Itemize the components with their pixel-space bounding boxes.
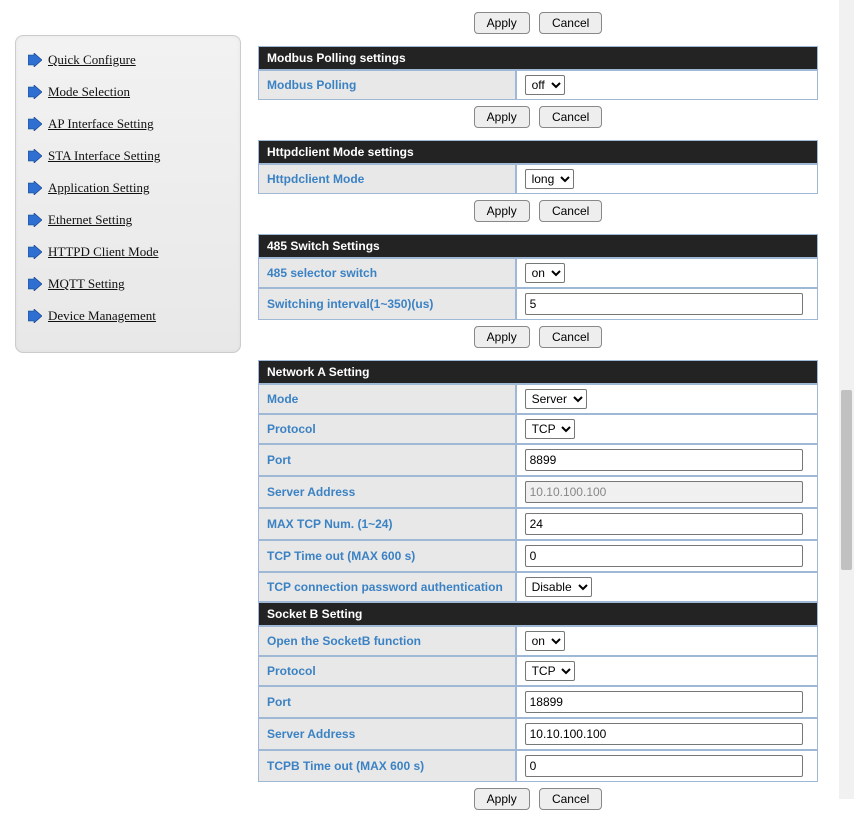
cancel-button[interactable]: Cancel [539, 200, 602, 222]
neta-mode-select[interactable]: Server [525, 389, 587, 409]
apply-cancel-row-top: Apply Cancel [258, 6, 818, 44]
sidebar: Quick Configure Mode Selection AP Interf… [15, 35, 241, 353]
sidebar-item-label: Device Management [48, 308, 156, 324]
modbus-polling-select[interactable]: off [525, 75, 565, 95]
sidebar-item-label: STA Interface Setting [48, 148, 160, 164]
arrow-right-icon [28, 213, 42, 227]
socketb-timeout-label: TCPB Time out (MAX 600 s) [258, 750, 516, 782]
arrow-right-icon [28, 117, 42, 131]
apply-button[interactable]: Apply [474, 12, 530, 34]
socketb-timeout-input[interactable] [525, 755, 804, 777]
cancel-button[interactable]: Cancel [539, 326, 602, 348]
httpd-header: Httpdclient Mode settings [258, 140, 818, 164]
scrollbar[interactable] [839, 0, 854, 799]
sidebar-item-quick-configure[interactable]: Quick Configure [24, 44, 232, 76]
scrollbar-thumb[interactable] [841, 390, 852, 570]
sidebar-item-sta-interface[interactable]: STA Interface Setting [24, 140, 232, 172]
network-a-header: Network A Setting [258, 360, 818, 384]
apply-button[interactable]: Apply [474, 200, 530, 222]
rs485-section: 485 Switch Settings 485 selector switch … [258, 234, 818, 320]
sidebar-item-label: MQTT Setting [48, 276, 125, 292]
arrow-right-icon [28, 53, 42, 67]
neta-auth-select[interactable]: Disable [525, 577, 592, 597]
arrow-right-icon [28, 309, 42, 323]
neta-protocol-label: Protocol [258, 414, 516, 444]
apply-button[interactable]: Apply [474, 106, 530, 128]
sidebar-item-label: Ethernet Setting [48, 212, 132, 228]
httpd-mode-select[interactable]: long [525, 169, 574, 189]
socketb-server-input[interactable] [525, 723, 804, 745]
neta-maxtcp-label: MAX TCP Num. (1~24) [258, 508, 516, 540]
modbus-polling-label: Modbus Polling [258, 70, 516, 100]
cancel-button[interactable]: Cancel [539, 788, 602, 810]
modbus-btn-row: Apply Cancel [258, 100, 818, 138]
cancel-button[interactable]: Cancel [539, 12, 602, 34]
sidebar-item-mode-selection[interactable]: Mode Selection [24, 76, 232, 108]
arrow-right-icon [28, 181, 42, 195]
sidebar-item-ethernet-setting[interactable]: Ethernet Setting [24, 204, 232, 236]
neta-port-input[interactable] [525, 449, 804, 471]
socketb-protocol-label: Protocol [258, 656, 516, 686]
socketb-server-label: Server Address [258, 718, 516, 750]
arrow-right-icon [28, 85, 42, 99]
cancel-button[interactable]: Cancel [539, 106, 602, 128]
httpd-btn-row: Apply Cancel [258, 194, 818, 232]
socketb-port-label: Port [258, 686, 516, 718]
sidebar-item-device-management[interactable]: Device Management [24, 300, 232, 332]
sidebar-item-label: Quick Configure [48, 52, 136, 68]
rs485-btn-row: Apply Cancel [258, 320, 818, 358]
main-content: Apply Cancel Modbus Polling settings Mod… [258, 10, 818, 820]
neta-maxtcp-input[interactable] [525, 513, 804, 535]
rs485-selector-select[interactable]: on [525, 263, 565, 283]
rs485-selector-label: 485 selector switch [258, 258, 516, 288]
neta-timeout-input[interactable] [525, 545, 804, 567]
socketb-open-select[interactable]: on [525, 631, 565, 651]
neta-timeout-label: TCP Time out (MAX 600 s) [258, 540, 516, 572]
sidebar-item-ap-interface[interactable]: AP Interface Setting [24, 108, 232, 140]
rs485-interval-input[interactable] [525, 293, 804, 315]
neta-protocol-select[interactable]: TCP [525, 419, 575, 439]
socketb-protocol-select[interactable]: TCP [525, 661, 575, 681]
sidebar-item-label: HTTPD Client Mode [48, 244, 159, 260]
neta-mode-label: Mode [258, 384, 516, 414]
apply-button[interactable]: Apply [474, 326, 530, 348]
arrow-right-icon [28, 245, 42, 259]
network-btn-row: Apply Cancel [258, 782, 818, 820]
network-a-section: Network A Setting Mode Server Protocol T… [258, 360, 818, 782]
socketb-open-label: Open the SocketB function [258, 626, 516, 656]
sidebar-item-application-setting[interactable]: Application Setting [24, 172, 232, 204]
socketb-port-input[interactable] [525, 691, 804, 713]
apply-button[interactable]: Apply [474, 788, 530, 810]
rs485-header: 485 Switch Settings [258, 234, 818, 258]
modbus-header: Modbus Polling settings [258, 46, 818, 70]
modbus-polling-section: Modbus Polling settings Modbus Polling o… [258, 46, 818, 100]
sidebar-item-label: AP Interface Setting [48, 116, 154, 132]
httpdclient-section: Httpdclient Mode settings Httpdclient Mo… [258, 140, 818, 194]
httpd-mode-label: Httpdclient Mode [258, 164, 516, 194]
neta-server-label: Server Address [258, 476, 516, 508]
sidebar-item-mqtt-setting[interactable]: MQTT Setting [24, 268, 232, 300]
neta-server-input [525, 481, 804, 503]
rs485-interval-label: Switching interval(1~350)(us) [258, 288, 516, 320]
sidebar-item-label: Application Setting [48, 180, 149, 196]
sidebar-item-label: Mode Selection [48, 84, 130, 100]
arrow-right-icon [28, 149, 42, 163]
arrow-right-icon [28, 277, 42, 291]
neta-auth-label: TCP connection password authentication [258, 572, 516, 602]
sidebar-item-httpd-client-mode[interactable]: HTTPD Client Mode [24, 236, 232, 268]
socket-b-header: Socket B Setting [258, 602, 818, 626]
neta-port-label: Port [258, 444, 516, 476]
